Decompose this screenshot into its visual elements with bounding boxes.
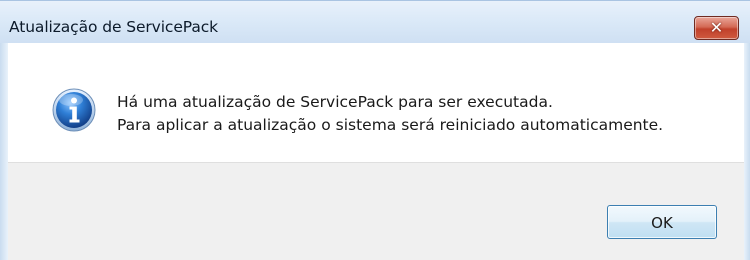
close-icon: ✕ [709, 18, 724, 37]
window-title: Atualização de ServicePack [9, 18, 219, 36]
title-bar[interactable]: Atualização de ServicePack ✕ [0, 0, 750, 43]
message-line-1: Há uma atualização de ServicePack para s… [117, 93, 553, 111]
close-button[interactable]: ✕ [694, 16, 739, 40]
info-icon [52, 88, 96, 132]
button-bar: OK [8, 162, 744, 260]
message-dialog: Atualização de ServicePack ✕ Há uma atua… [0, 0, 750, 260]
message-area: Há uma atualização de ServicePack para s… [8, 43, 744, 162]
message-line-2: Para aplicar a atualização o sistema ser… [117, 116, 664, 134]
ok-button[interactable]: OK [607, 205, 717, 239]
